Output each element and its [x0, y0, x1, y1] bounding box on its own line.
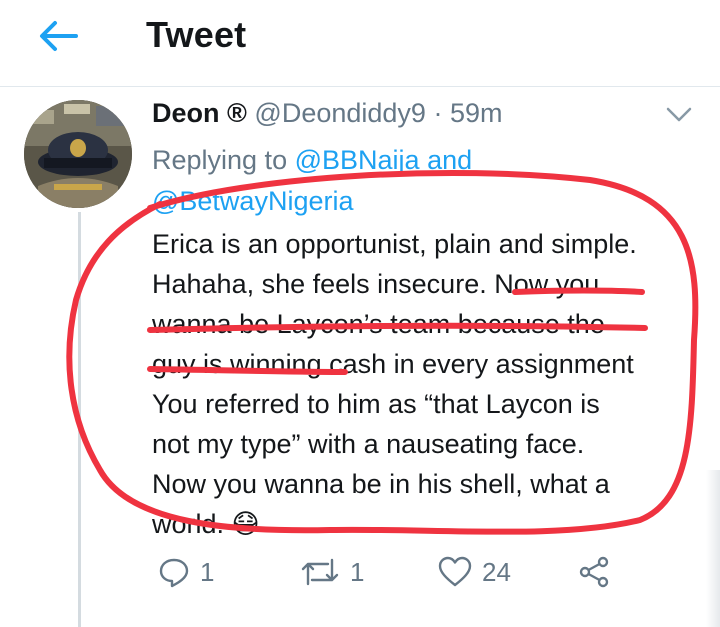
- author-name[interactable]: Deon ®: [152, 98, 247, 128]
- tweet-menu-button[interactable]: [664, 102, 694, 126]
- like-button[interactable]: 24: [438, 552, 511, 592]
- screen-edge-shadow: [706, 470, 720, 627]
- timestamp[interactable]: 59m: [450, 98, 503, 128]
- author-handle[interactable]: @Deondiddy9: [254, 98, 426, 128]
- tweet-line: not my type” with a nauseating face.: [152, 429, 585, 459]
- avatar-photo: [24, 100, 132, 208]
- avatar[interactable]: [24, 100, 132, 208]
- thread-line: [78, 212, 81, 627]
- replying-prefix: Replying to: [152, 145, 288, 175]
- replying-to: Replying to @BBNaija and @BetwayNigeria: [152, 140, 572, 222]
- tweet-line: guy is winning cash in every assignment: [152, 349, 634, 379]
- back-button[interactable]: [36, 14, 80, 58]
- separator-dot: ·: [433, 98, 443, 128]
- share-icon: [579, 556, 609, 588]
- retweet-count: 1: [350, 556, 365, 587]
- tweet-body: Erica is an opportunist, plain and simpl…: [152, 224, 692, 544]
- tweet-line: wanna be Laycon’s team because the: [152, 309, 605, 339]
- tweet-header: Deon ® @Deondiddy9 · 59m: [152, 98, 503, 129]
- like-count: 24: [482, 556, 511, 587]
- reply-button[interactable]: 1: [158, 552, 214, 592]
- heart-icon: [438, 556, 472, 587]
- mention-betwaynigeria[interactable]: @BetwayNigeria: [152, 186, 354, 216]
- mention-conjunction: and: [427, 145, 473, 175]
- tweet-line: You referred to him as “that Laycon is: [152, 389, 600, 419]
- reply-count: 1: [200, 556, 215, 587]
- comment-icon: [159, 558, 189, 588]
- top-bar: Tweet: [0, 0, 720, 87]
- chevron-down-icon: [666, 107, 692, 122]
- tweet-actions: 1 1 24: [152, 552, 632, 592]
- mask-emoji: 😷: [231, 509, 260, 539]
- share-button[interactable]: [578, 552, 610, 592]
- tweet-line: world.: [152, 509, 225, 539]
- tweet-line: Erica is an opportunist, plain and simpl…: [152, 229, 637, 259]
- mention-bbnaija[interactable]: @BBNaija: [295, 145, 420, 175]
- arrow-left-icon: [40, 21, 78, 51]
- tweet-line: Hahaha, she feels insecure. Now you: [152, 269, 600, 299]
- page-title: Tweet: [146, 14, 247, 55]
- retweet-button[interactable]: 1: [300, 552, 364, 592]
- tweet-line: Now you wanna be in his shell, what a: [152, 469, 610, 499]
- retweet-icon: [301, 558, 339, 586]
